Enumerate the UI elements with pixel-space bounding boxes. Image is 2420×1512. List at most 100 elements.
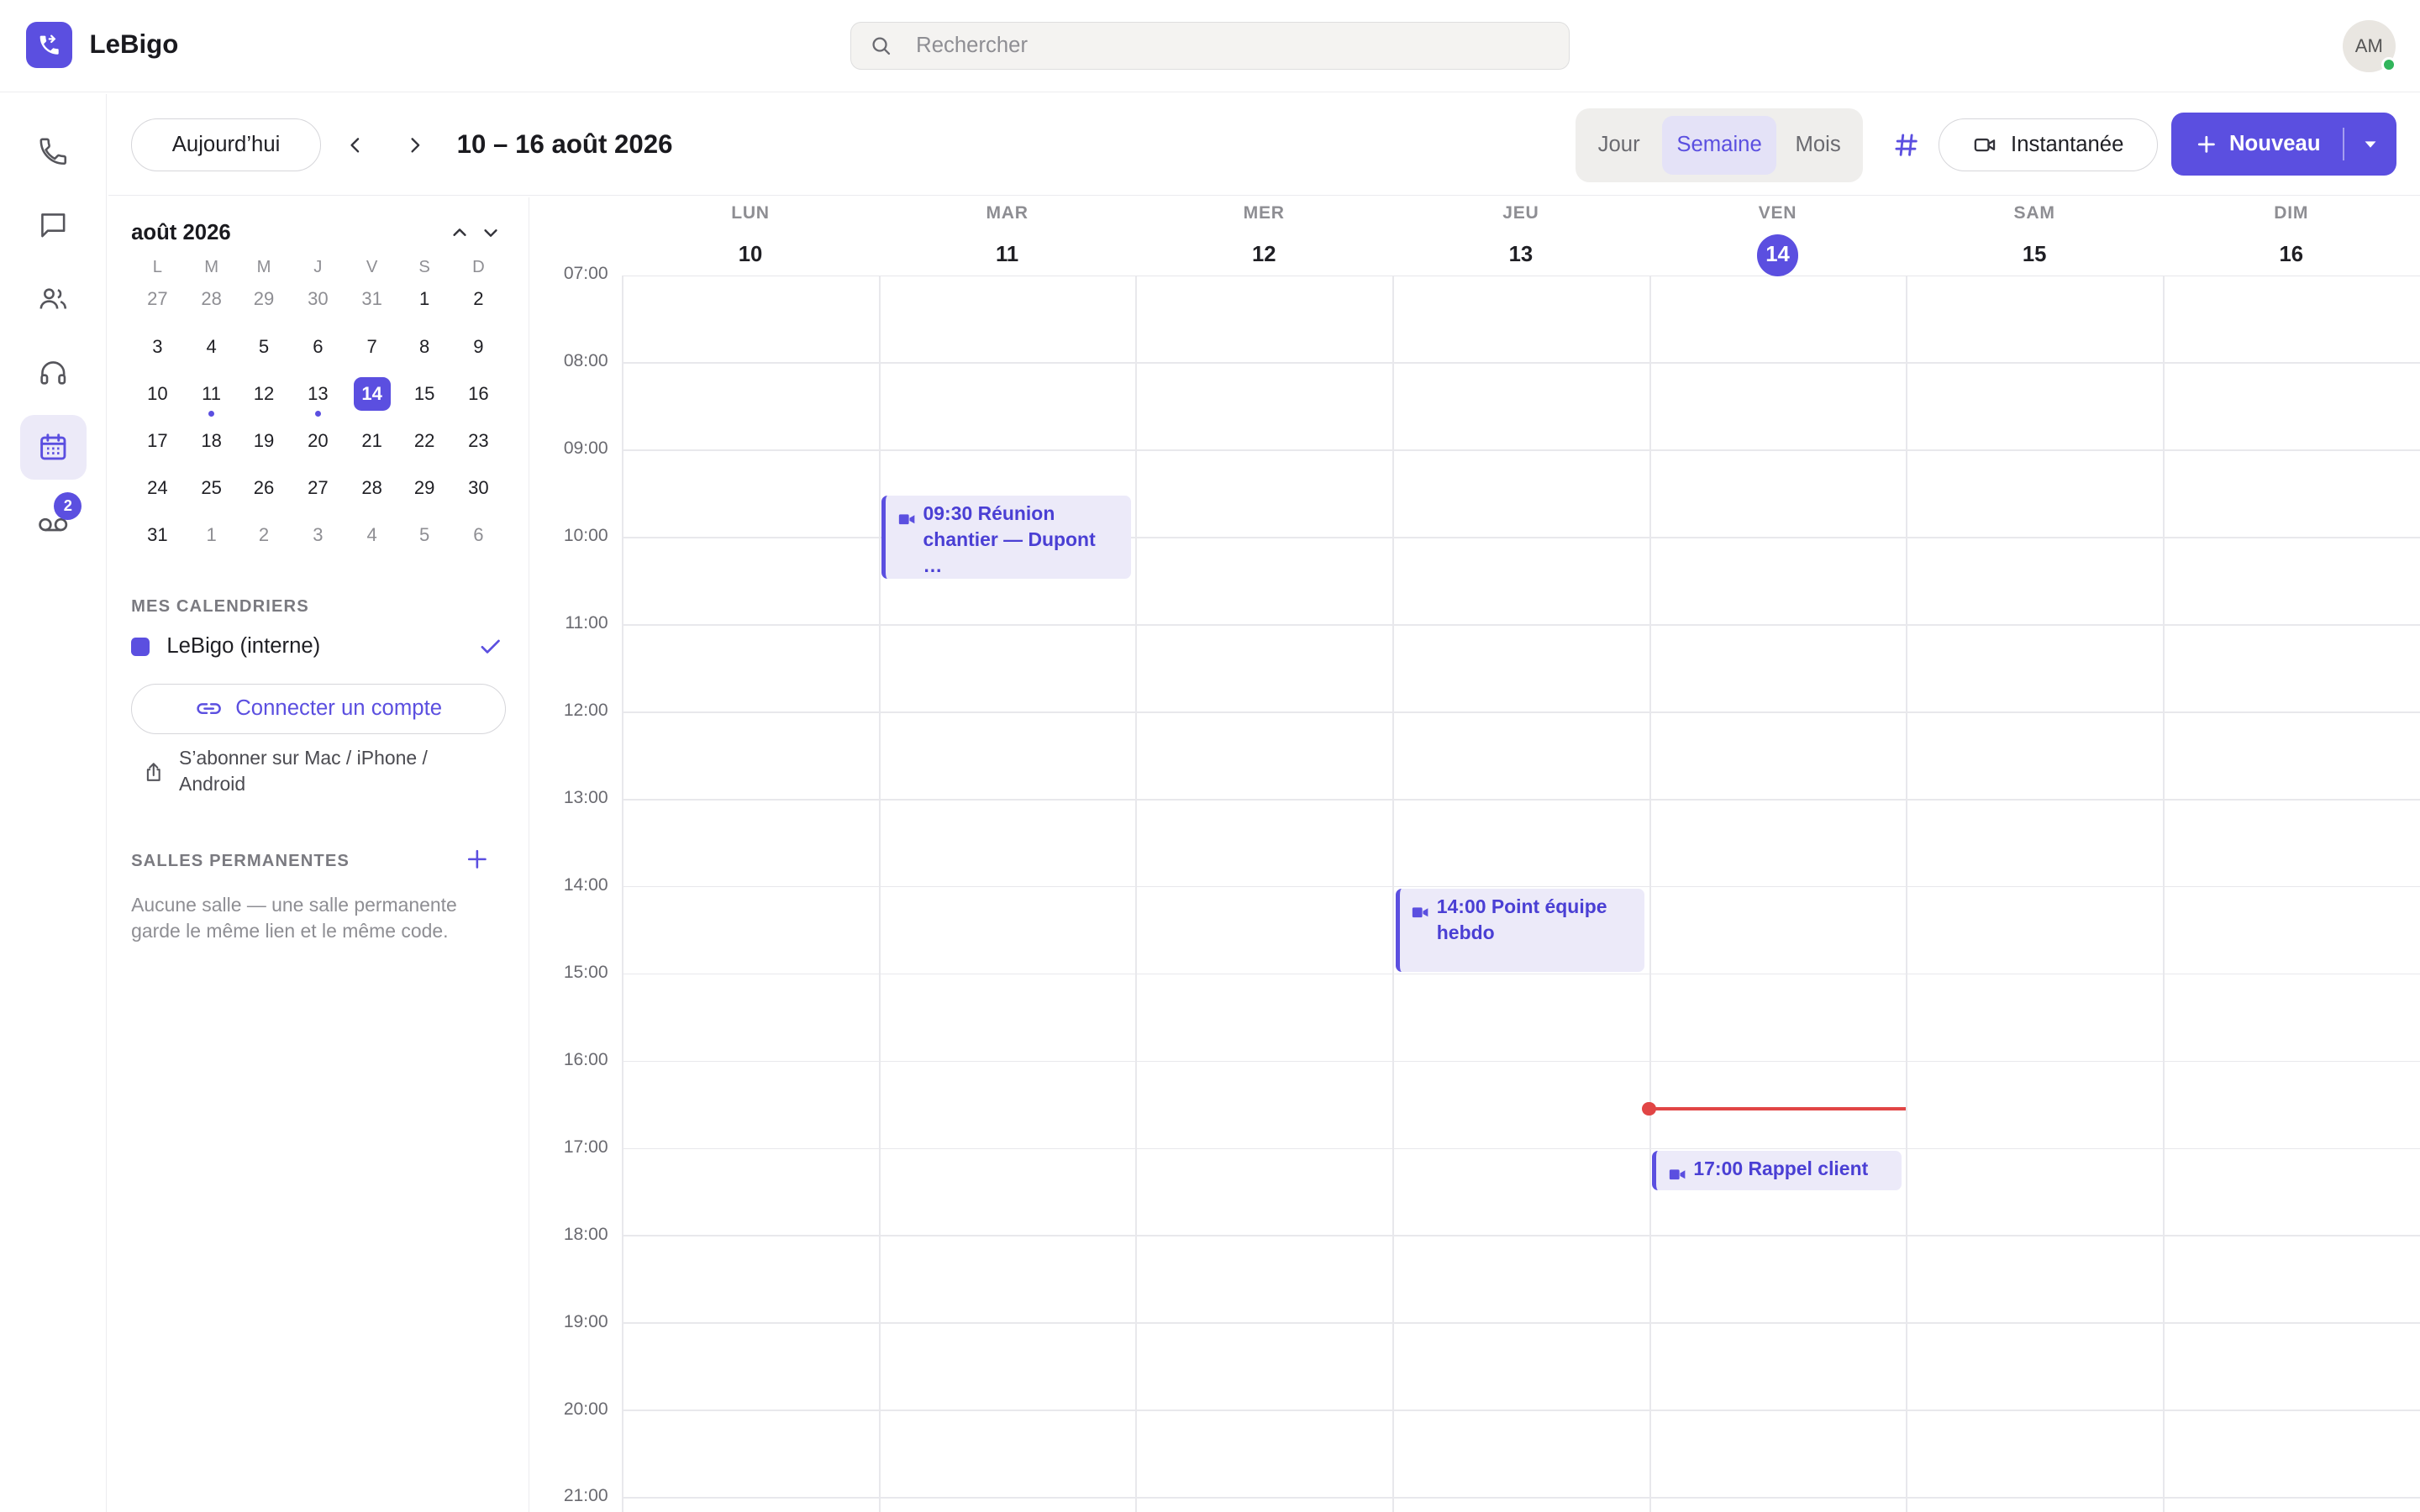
hour-gridline	[622, 361, 2420, 364]
view-day-button[interactable]: Jour	[1583, 116, 1654, 175]
search-bar[interactable]	[850, 21, 1570, 70]
nav-messages[interactable]	[20, 193, 87, 258]
mini-calendar-day[interactable]: 31	[139, 518, 176, 552]
day-header[interactable]: MAR 11	[879, 197, 1136, 276]
mini-calendar-day[interactable]: 6	[299, 329, 336, 363]
calendar-visible-toggle[interactable]	[478, 634, 502, 665]
hour-label: 07:00	[563, 264, 608, 284]
mini-calendar-day[interactable]: 4	[193, 329, 230, 363]
subscribe-link[interactable]: S’abonner sur Mac / iPhone / Android	[179, 745, 487, 797]
user-avatar[interactable]: AM	[2343, 19, 2397, 73]
day-name: DIM	[2274, 203, 2309, 223]
mini-calendar-day[interactable]: 19	[245, 424, 282, 458]
mini-calendar-day[interactable]: 28	[354, 471, 391, 505]
rooms-empty-text: Aucune salle — une salle permanente gard…	[131, 893, 457, 942]
mini-calendar-day[interactable]: 13	[299, 377, 336, 417]
mini-calendar-day[interactable]: 20	[299, 424, 336, 458]
mini-calendar-day[interactable]: 27	[139, 282, 176, 316]
mini-calendar-day[interactable]: 27	[299, 471, 336, 505]
app-brand: LeBigo	[89, 29, 179, 59]
mini-calendar-day[interactable]: 9	[460, 329, 497, 363]
mini-calendar-day[interactable]: 1	[193, 518, 230, 552]
mini-calendar-day[interactable]: 30	[460, 471, 497, 505]
mini-calendar-day[interactable]: 5	[406, 518, 443, 552]
calendar-event[interactable]: 09:30 Réunion chantier — Dupont …	[881, 496, 1131, 579]
mini-calendar-day[interactable]: 21	[354, 424, 391, 458]
next-week-button[interactable]	[400, 129, 431, 160]
view-week-button[interactable]: Semaine	[1662, 115, 1776, 175]
mini-calendar-day[interactable]: 18	[193, 424, 230, 458]
mini-calendar-day[interactable]: 2	[245, 518, 282, 552]
previous-week-button[interactable]	[339, 129, 371, 160]
search-input[interactable]	[916, 29, 1534, 63]
day-header[interactable]: LUN 10	[622, 197, 879, 276]
mini-calendar-day[interactable]: 30	[299, 282, 336, 316]
app-logo[interactable]	[26, 21, 73, 68]
hour-label: 20:00	[563, 1399, 608, 1419]
calendar-event[interactable]: 17:00 Rappel client — …	[1652, 1151, 1902, 1190]
view-month-button[interactable]: Mois	[1782, 116, 1853, 175]
nav-contacts[interactable]	[20, 267, 87, 332]
mini-calendar-day[interactable]: 25	[193, 471, 230, 505]
day-header[interactable]: JEU 13	[1392, 197, 1649, 276]
day-divider	[2162, 276, 2165, 1512]
hour-label: 12:00	[563, 700, 608, 720]
day-number: 13	[1508, 243, 1534, 267]
mini-calendar-day[interactable]: 3	[139, 329, 176, 363]
share-icon[interactable]	[142, 759, 166, 792]
phone-icon	[39, 138, 67, 165]
mini-calendar-day[interactable]: 15	[406, 377, 443, 411]
calendar-name[interactable]: LeBigo (interne)	[166, 634, 320, 659]
mini-calendar-day[interactable]: 22	[406, 424, 443, 458]
mini-calendar-day[interactable]: 16	[460, 377, 497, 411]
day-header[interactable]: DIM 16	[2163, 197, 2420, 276]
mini-calendar-day[interactable]: 5	[245, 329, 282, 363]
mini-calendar-month: août 2026	[131, 220, 231, 244]
mini-calendar-day[interactable]: 14	[353, 376, 391, 411]
mini-calendar-day[interactable]: 11	[193, 377, 230, 417]
mini-calendar-day[interactable]: 7	[354, 329, 391, 363]
mini-calendar-day[interactable]: 2	[460, 282, 497, 316]
connect-account-button[interactable]: Connecter un compte	[131, 683, 507, 735]
app: LeBigo AM	[0, 0, 2420, 1512]
instant-meeting-button[interactable]: Instantanée	[1938, 118, 2158, 171]
mini-calendar-day[interactable]: 3	[299, 518, 336, 552]
mini-calendar-day[interactable]: 17	[139, 424, 176, 458]
day-header[interactable]: VEN 14	[1649, 197, 1907, 276]
day-header[interactable]: MER 12	[1135, 197, 1392, 276]
mini-calendar-day[interactable]: 1	[406, 282, 443, 316]
day-header[interactable]: SAM 15	[1906, 197, 2163, 276]
mini-calendar-day[interactable]: 12	[245, 377, 282, 411]
chevron-down-icon	[484, 229, 497, 238]
mini-calendar-day[interactable]: 26	[245, 471, 282, 505]
new-event-dropdown-button[interactable]	[2344, 113, 2396, 176]
mini-calendar-next-button[interactable]	[477, 219, 505, 247]
mini-calendar-day[interactable]: 6	[460, 518, 497, 552]
weekday-header: M	[256, 257, 271, 276]
mini-calendar-prev-button[interactable]	[446, 219, 474, 247]
nav-support[interactable]	[20, 341, 87, 406]
new-event-button[interactable]: Nouveau	[2171, 113, 2344, 176]
week-number-toggle[interactable]	[1891, 129, 1922, 160]
add-room-button[interactable]	[466, 848, 488, 877]
calendar-event[interactable]: 14:00 Point équipe hebdo	[1395, 889, 1645, 972]
nav-calendar[interactable]	[19, 415, 87, 480]
mini-calendar-day[interactable]: 31	[354, 282, 391, 316]
mini-calendar-day[interactable]: 4	[354, 518, 391, 552]
hour-label: 17:00	[563, 1137, 608, 1157]
video-camera-icon	[1669, 1162, 1686, 1188]
mini-calendar-day[interactable]: 10	[139, 377, 176, 411]
mini-calendar-day[interactable]: 29	[245, 282, 282, 316]
mini-calendar-day[interactable]: 23	[460, 424, 497, 458]
hour-gridline	[622, 449, 2420, 451]
today-button[interactable]: Aujourd’hui	[131, 118, 322, 171]
nav-calls[interactable]	[20, 118, 87, 183]
nav-rail: 2	[0, 94, 107, 1512]
mini-calendar-day[interactable]: 29	[406, 471, 443, 505]
hour-label: 14:00	[563, 874, 608, 895]
mini-calendar-day[interactable]: 28	[193, 282, 230, 316]
mini-calendar-day[interactable]: 24	[139, 471, 176, 505]
mini-calendar-day[interactable]: 8	[406, 329, 443, 363]
chevron-left-icon	[350, 137, 359, 153]
hour-label: 18:00	[563, 1224, 608, 1244]
